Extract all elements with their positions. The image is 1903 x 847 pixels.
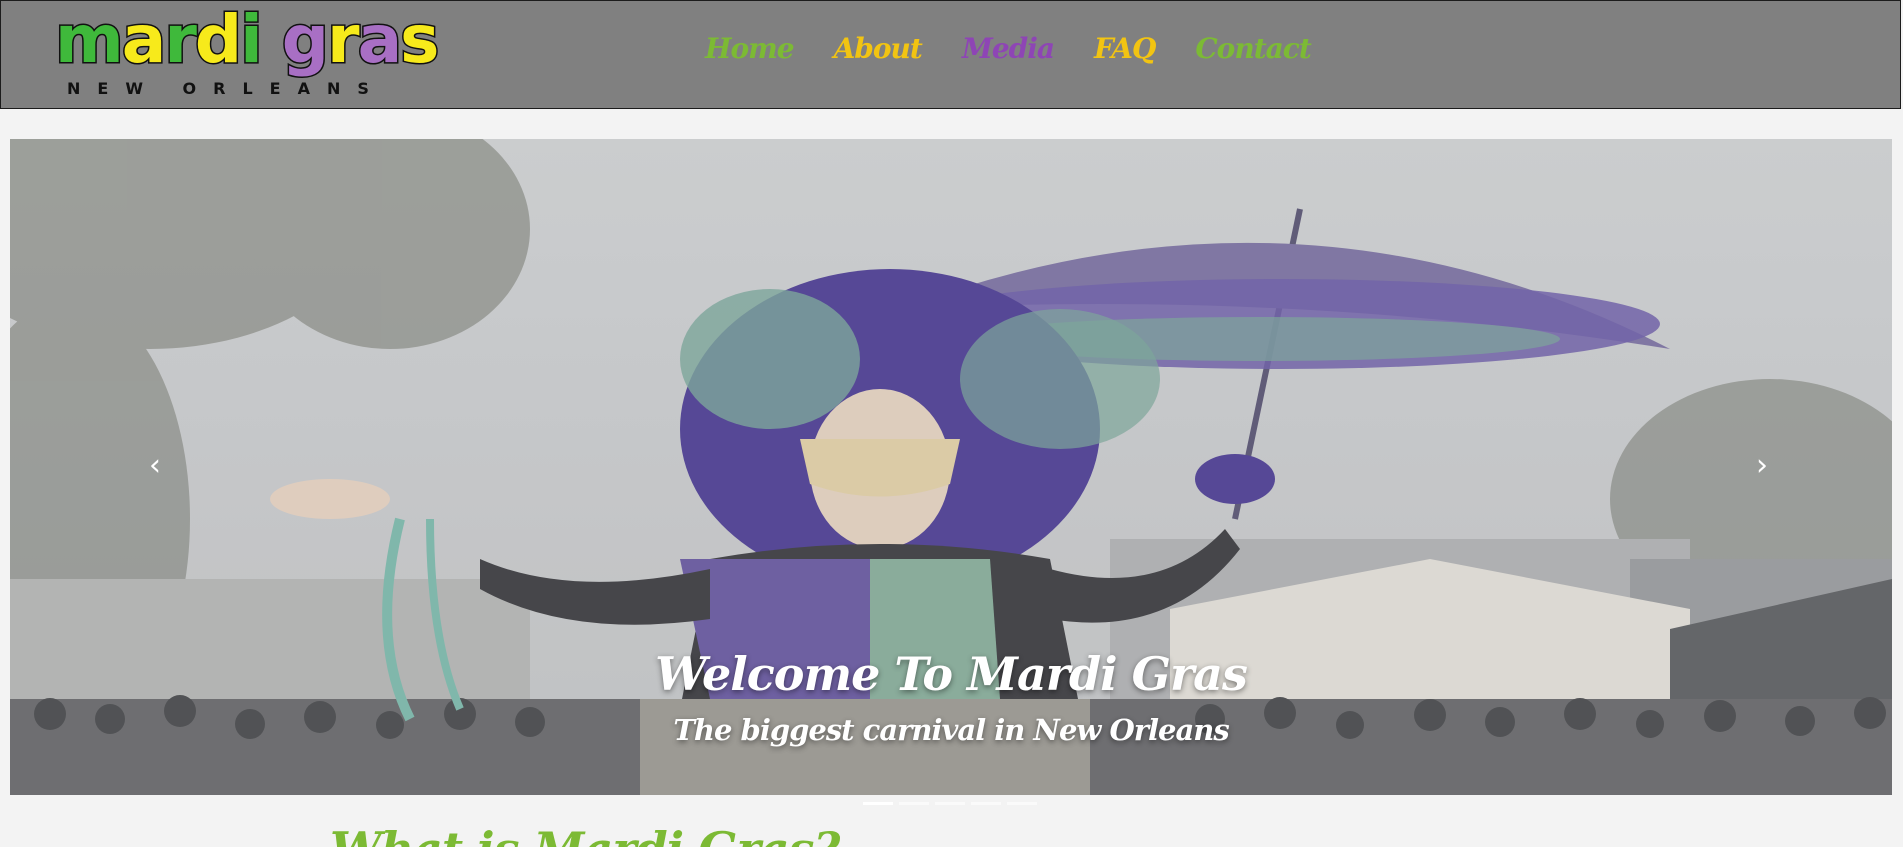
logo-letter: r bbox=[163, 1, 198, 78]
carousel-indicator[interactable] bbox=[935, 802, 965, 805]
nav-media[interactable]: Media bbox=[962, 29, 1055, 69]
logo-letter: a bbox=[120, 1, 167, 78]
chevron-left-icon[interactable]: ‹ bbox=[135, 445, 175, 485]
logo-letter: d bbox=[193, 1, 243, 78]
logo-letter: m bbox=[54, 1, 126, 78]
logo-letter: g bbox=[280, 1, 330, 78]
carousel-indicator[interactable] bbox=[863, 802, 893, 805]
logo-wordmark: mardi gras bbox=[54, 1, 441, 78]
nav-contact[interactable]: Contact bbox=[1195, 29, 1311, 69]
logo-subtitle: NEW ORLEANS bbox=[67, 79, 386, 98]
carousel-indicator[interactable] bbox=[899, 802, 929, 805]
nav-about[interactable]: About bbox=[834, 29, 923, 69]
logo-letter: a bbox=[356, 1, 403, 78]
site-header: mardi gras NEW ORLEANS Home About Media … bbox=[0, 0, 1901, 109]
section-heading: What is Mardi Gras? bbox=[330, 822, 840, 847]
nav-faq[interactable]: FAQ bbox=[1094, 29, 1156, 69]
hero-title: Welcome To Mardi Gras bbox=[655, 647, 1248, 701]
chevron-right-icon[interactable]: › bbox=[1742, 445, 1782, 485]
logo-letter bbox=[261, 5, 282, 75]
carousel-indicator[interactable] bbox=[1007, 802, 1037, 805]
carousel-indicator[interactable] bbox=[971, 802, 1001, 805]
mardi-gras-logo[interactable]: mardi gras NEW ORLEANS bbox=[54, 3, 441, 101]
logo-letter: i bbox=[239, 1, 265, 78]
logo-letter: r bbox=[326, 1, 361, 78]
logo-letter: s bbox=[399, 1, 441, 78]
main-nav: Home About Media FAQ Contact bbox=[705, 29, 1312, 69]
hero-subtitle: The biggest carnival in New Orleans bbox=[673, 713, 1229, 747]
nav-home[interactable]: Home bbox=[705, 29, 795, 69]
carousel-indicators bbox=[863, 802, 1037, 805]
hero-carousel: ‹ › Welcome To Mardi Gras The biggest ca… bbox=[10, 139, 1892, 795]
